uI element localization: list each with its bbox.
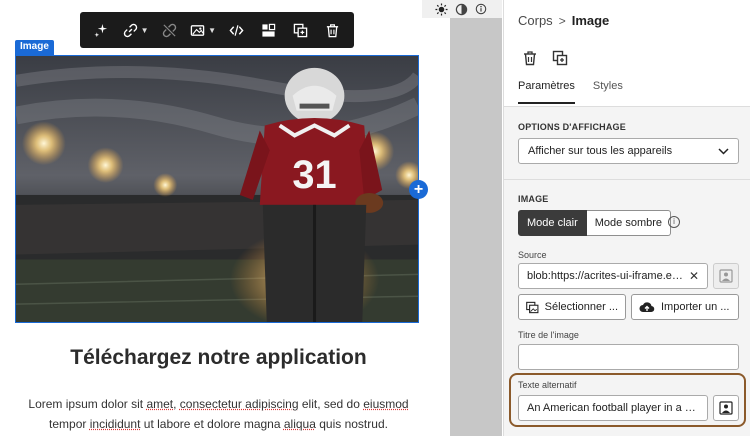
view-controls — [422, 0, 502, 18]
image-block-badge: Image — [15, 40, 54, 55]
source-field[interactable]: blob:https://acrites-ui-iframe.exp... ✕ — [518, 263, 708, 289]
upload-cloud-icon — [639, 301, 655, 312]
info-icon[interactable] — [474, 2, 488, 16]
image-placeholder-icon — [719, 269, 733, 283]
select-image-button[interactable]: Sélectionner ... — [518, 294, 626, 320]
chevron-down-icon: ▼ — [208, 25, 217, 35]
chevron-down-icon: ▼ — [140, 25, 149, 35]
dark-mode-button[interactable]: Mode sombre — [586, 210, 672, 236]
image-picker-button[interactable] — [713, 263, 739, 289]
delete-icon[interactable] — [321, 18, 343, 42]
panel-tabs: Paramètres Styles — [518, 80, 623, 104]
alt-text-highlight — [509, 373, 746, 427]
image-toolbar: ▼ ▼ — [80, 12, 354, 48]
ai-sparkle-icon[interactable] — [91, 18, 113, 42]
display-select-value: Afficher sur tous les appareils — [528, 145, 673, 157]
image-title-input[interactable] — [518, 344, 739, 370]
football-player-image: 31 — [16, 56, 418, 322]
layout-icon[interactable] — [258, 18, 280, 42]
panel-actions — [522, 50, 568, 66]
close-icon[interactable]: ✕ — [689, 269, 699, 283]
duplicate-icon[interactable] — [289, 18, 311, 42]
mode-toggle: Mode clair Mode sombre — [518, 210, 672, 236]
app-root: ▼ ▼ Image 31 + Téléchargez notre applica… — [0, 0, 750, 436]
display-options-title: OPTIONS D'AFFICHAGE — [518, 122, 626, 132]
select-image-label: Sélectionner ... — [544, 301, 618, 313]
contrast-icon[interactable] — [454, 2, 468, 16]
email-canvas: ▼ ▼ Image 31 + Téléchargez notre applica… — [0, 0, 450, 436]
duplicate-icon[interactable] — [552, 50, 568, 66]
unlink-icon[interactable] — [158, 18, 180, 42]
source-value: blob:https://acrites-ui-iframe.exp... — [527, 270, 685, 282]
selected-image-block[interactable]: 31 — [15, 55, 419, 323]
tab-parametres[interactable]: Paramètres — [518, 80, 575, 104]
section-divider — [504, 179, 750, 180]
link-icon[interactable]: ▼ — [123, 18, 149, 42]
image-icon[interactable]: ▼ — [190, 18, 216, 42]
body-paragraph: Lorem ipsum dolor sit amet, consectetur … — [28, 397, 409, 431]
canvas-gutter — [450, 0, 502, 436]
import-image-button[interactable]: Importer un ... — [631, 294, 739, 320]
jersey-number: 31 — [292, 153, 336, 197]
breadcrumb-current: Image — [571, 13, 610, 28]
breadcrumb-parent[interactable]: Corps — [518, 13, 553, 28]
sun-icon[interactable] — [434, 2, 448, 16]
light-mode-button[interactable]: Mode clair — [518, 210, 587, 236]
info-icon[interactable]: i — [668, 216, 680, 228]
import-image-label: Importer un ... — [661, 301, 730, 313]
chevron-right-icon: > — [558, 13, 566, 28]
code-icon[interactable] — [226, 18, 248, 42]
image-title-label: Titre de l'image — [518, 330, 579, 340]
display-select[interactable]: Afficher sur tous les appareils — [518, 138, 739, 164]
source-label: Source — [518, 250, 547, 260]
image-section-title: IMAGE — [518, 194, 549, 204]
breadcrumb: Corps > Image — [518, 13, 609, 28]
add-block-button[interactable]: + — [409, 180, 428, 199]
tab-styles[interactable]: Styles — [593, 80, 623, 104]
gallery-icon — [526, 301, 539, 313]
properties-panel: Corps > Image Paramètres Styles OPTIONS … — [503, 0, 750, 436]
trash-icon[interactable] — [522, 50, 538, 66]
page-heading: Téléchargez notre application — [70, 346, 367, 369]
chevron-down-icon — [718, 147, 729, 155]
